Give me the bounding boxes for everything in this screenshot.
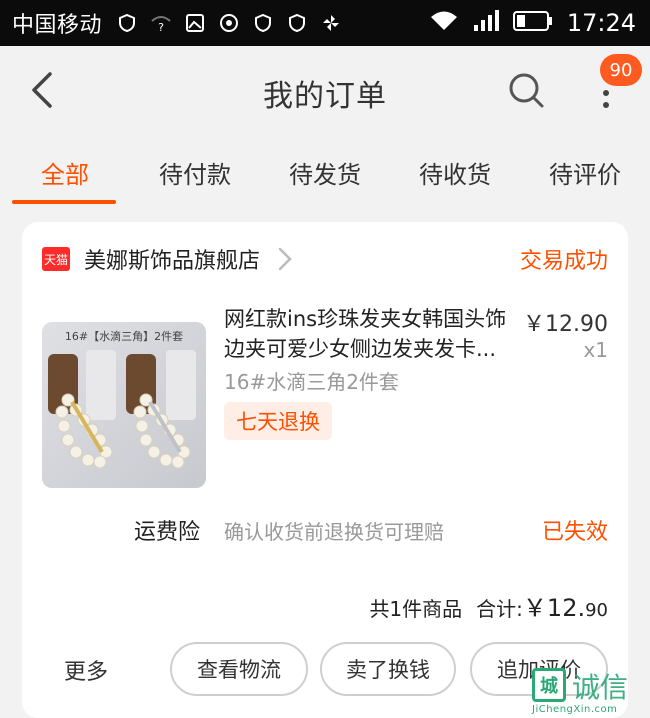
battery-icon bbox=[512, 10, 553, 36]
image-icon bbox=[184, 12, 206, 34]
order-tabs: 全部 待付款 待发货 待收货 待评价 bbox=[0, 138, 650, 206]
message-count-badge: 90 bbox=[600, 54, 642, 86]
notification-icons: ? bbox=[116, 12, 342, 34]
nav-header: 我的订单 90 bbox=[0, 46, 650, 138]
hair-clip-image bbox=[48, 350, 196, 469]
tab-pending-shipment[interactable]: 待发货 bbox=[260, 138, 390, 206]
shield-icon bbox=[286, 12, 308, 34]
total-amount: ￥12. bbox=[522, 594, 586, 622]
service-tag: 七天退换 bbox=[224, 402, 332, 440]
product-title[interactable]: 网红款ins珍珠发夹女韩国头饰 边夹可爱少女侧边发夹发卡... bbox=[224, 304, 518, 364]
product-title-line2: 边夹可爱少女侧边发夹发卡... bbox=[224, 337, 497, 361]
tab-all[interactable]: 全部 bbox=[0, 138, 130, 206]
shop-name[interactable]: 美娜斯饰品旗舰店 bbox=[84, 243, 260, 275]
tmall-logo: 天猫 bbox=[42, 247, 70, 271]
order-total: 共1件商品 合计: ￥12. 90 bbox=[369, 588, 608, 623]
product-title-line1: 网红款ins珍珠发夹女韩国头饰 bbox=[224, 307, 507, 331]
tab-pending-receipt[interactable]: 待收货 bbox=[390, 138, 520, 206]
total-amount-decimal: 90 bbox=[585, 600, 608, 621]
watermark-url: JiChengXin.com bbox=[532, 704, 618, 715]
order-card[interactable]: 天猫 美娜斯饰品旗舰店 交易成功 16#【水滴三角】2件套 网红款ins珍珠发夹… bbox=[22, 222, 628, 718]
tab-pending-review[interactable]: 待评价 bbox=[520, 138, 650, 206]
pinwheel-icon bbox=[320, 12, 342, 34]
search-icon bbox=[509, 73, 544, 108]
shield-icon bbox=[252, 12, 274, 34]
more-actions-link[interactable]: 更多 bbox=[64, 654, 108, 686]
shipping-insurance-status: 已失效 bbox=[541, 520, 608, 545]
status-bar: 中国移动 ? 17:24 bbox=[0, 0, 650, 46]
view-logistics-button[interactable]: 查看物流 bbox=[170, 642, 308, 696]
clock: 17:24 bbox=[566, 9, 636, 37]
tab-pending-payment[interactable]: 待付款 bbox=[130, 138, 260, 206]
wifi-question-icon: ? bbox=[150, 12, 172, 34]
page-title: 我的订单 bbox=[263, 79, 387, 114]
chevron-right-icon bbox=[278, 247, 292, 271]
total-label: 合计: bbox=[476, 597, 523, 621]
shop-row[interactable]: 天猫 美娜斯饰品旗舰店 交易成功 bbox=[42, 242, 608, 276]
search-button[interactable] bbox=[506, 70, 548, 112]
signal-icon bbox=[473, 10, 499, 36]
watermark-text: 诚信 bbox=[572, 671, 629, 704]
site-watermark: 城 诚信 JiChengXin.com bbox=[530, 666, 648, 716]
shipping-insurance-label: 运费险 bbox=[134, 520, 201, 545]
shield-icon bbox=[116, 12, 138, 34]
unit-price: ￥12.90 bbox=[523, 312, 608, 337]
order-status: 交易成功 bbox=[519, 249, 608, 274]
product-spec: 16#水滴三角2件套 bbox=[224, 370, 399, 394]
app-icon bbox=[218, 12, 240, 34]
item-count: 共1件商品 bbox=[369, 597, 463, 621]
shipping-insurance-desc: 确认收货前退换货可理赔 bbox=[224, 520, 444, 544]
watermark-logo: 城 bbox=[532, 668, 566, 702]
wifi-icon bbox=[429, 10, 459, 36]
quantity: x1 bbox=[583, 338, 608, 362]
product-thumbnail[interactable]: 16#【水滴三角】2件套 bbox=[42, 322, 206, 488]
carrier-name: 中国移动 bbox=[12, 13, 103, 38]
svg-text:?: ? bbox=[158, 21, 164, 33]
resell-button[interactable]: 卖了换钱 bbox=[320, 642, 456, 696]
